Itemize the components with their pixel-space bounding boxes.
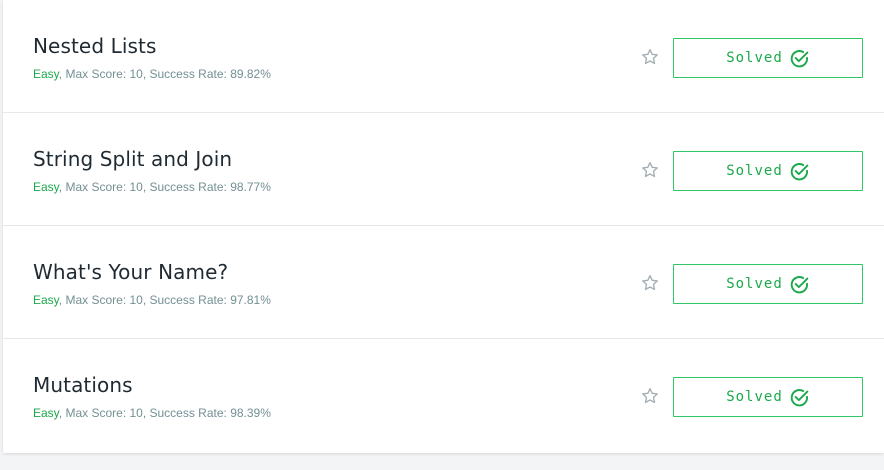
challenge-card[interactable]: Mutations Easy, Max Score: 10, Success R… — [3, 339, 884, 452]
difficulty-label: Easy — [33, 406, 59, 420]
challenge-title[interactable]: Nested Lists — [33, 34, 156, 58]
challenge-meta: Easy, Max Score: 10, Success Rate: 97.81… — [33, 293, 271, 307]
check-circle-icon — [790, 49, 809, 67]
score-and-rate: , Max Score: 10, Success Rate: 98.39% — [58, 406, 271, 420]
challenge-meta: Easy, Max Score: 10, Success Rate: 89.82… — [33, 67, 271, 81]
check-circle-icon — [790, 275, 809, 293]
star-icon[interactable] — [640, 160, 660, 180]
solved-label: Solved — [726, 163, 783, 179]
challenge-card[interactable]: String Split and Join Easy, Max Score: 1… — [3, 113, 884, 226]
score-and-rate: , Max Score: 10, Success Rate: 97.81% — [58, 293, 271, 307]
solved-button[interactable]: Solved — [673, 38, 863, 78]
challenge-list: Nested Lists Easy, Max Score: 10, Succes… — [3, 0, 884, 453]
difficulty-label: Easy — [33, 293, 59, 307]
difficulty-label: Easy — [33, 67, 59, 81]
solved-label: Solved — [726, 50, 783, 66]
challenge-title[interactable]: What's Your Name? — [33, 260, 228, 284]
check-circle-icon — [790, 162, 809, 180]
solved-label: Solved — [726, 276, 783, 292]
difficulty-label: Easy — [33, 180, 59, 194]
check-circle-icon — [790, 388, 809, 406]
score-and-rate: , Max Score: 10, Success Rate: 89.82% — [58, 67, 271, 81]
star-icon[interactable] — [640, 273, 660, 293]
challenge-meta: Easy, Max Score: 10, Success Rate: 98.39… — [33, 406, 271, 420]
solved-button[interactable]: Solved — [673, 377, 863, 417]
challenge-title[interactable]: Mutations — [33, 373, 133, 397]
star-icon[interactable] — [640, 47, 660, 67]
challenge-card[interactable]: What's Your Name? Easy, Max Score: 10, S… — [3, 226, 884, 339]
solved-button[interactable]: Solved — [673, 151, 863, 191]
score-and-rate: , Max Score: 10, Success Rate: 98.77% — [58, 180, 271, 194]
challenge-title[interactable]: String Split and Join — [33, 147, 232, 171]
star-icon[interactable] — [640, 386, 660, 406]
challenge-meta: Easy, Max Score: 10, Success Rate: 98.77… — [33, 180, 271, 194]
solved-button[interactable]: Solved — [673, 264, 863, 304]
challenge-card[interactable]: Nested Lists Easy, Max Score: 10, Succes… — [3, 0, 884, 113]
solved-label: Solved — [726, 389, 783, 405]
